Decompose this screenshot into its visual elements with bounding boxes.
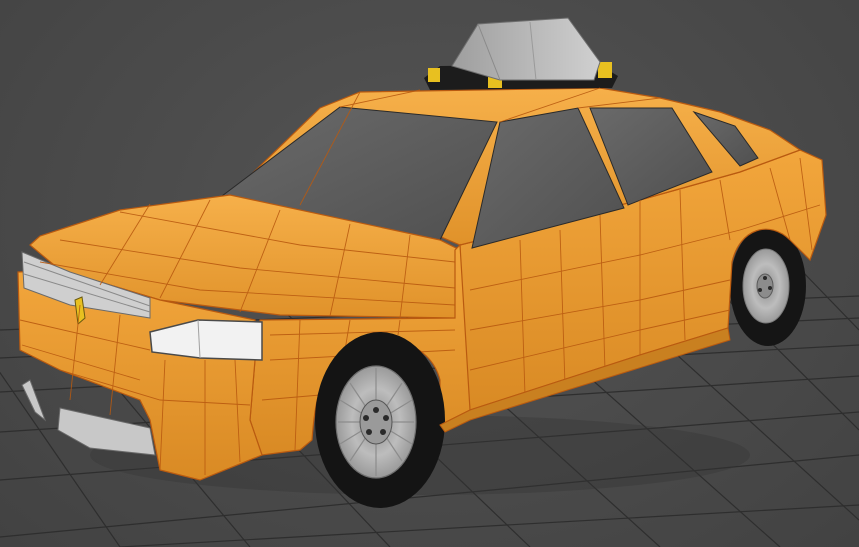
viewport-canvas[interactable] <box>0 0 859 547</box>
3d-viewport[interactable] <box>0 0 859 547</box>
front-wheel[interactable] <box>315 332 445 508</box>
taxi-roof-sign[interactable] <box>424 17 618 90</box>
sign-box <box>451 17 601 81</box>
sign-lamp-left <box>428 68 440 82</box>
sign-lamp-rear <box>598 62 612 78</box>
lower-intake <box>57 407 156 456</box>
